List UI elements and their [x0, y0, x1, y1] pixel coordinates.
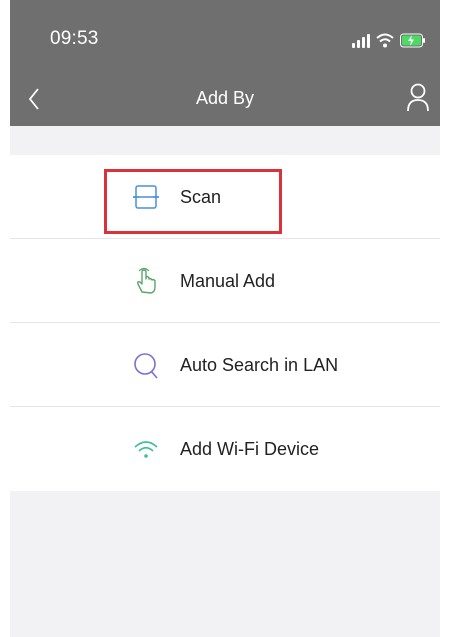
- header: 09:53 Add By: [10, 0, 440, 126]
- status-icons: [352, 30, 426, 48]
- scan-icon: [133, 185, 159, 209]
- page-title: Add By: [195, 88, 255, 108]
- option-manual-add[interactable]: Manual Add: [10, 239, 440, 323]
- wifi-status-icon: [376, 33, 394, 48]
- app-screen: 09:53 Add By Scan Manual Add Auto Search…: [10, 0, 440, 637]
- user-icon[interactable]: [404, 80, 432, 114]
- hand-pointer-icon: [137, 267, 156, 294]
- add-options-list: Scan Manual Add Auto Search in LAN Add W…: [10, 155, 440, 491]
- status-time: 09:53: [50, 28, 99, 49]
- wifi-icon: [134, 441, 158, 458]
- option-auto-search-lan[interactable]: Auto Search in LAN: [10, 323, 440, 407]
- option-label: Manual Add: [180, 271, 276, 291]
- search-lan-icon: [134, 353, 158, 379]
- option-label: Add Wi-Fi Device: [180, 439, 320, 459]
- option-scan[interactable]: Scan: [10, 155, 440, 239]
- cellular-signal-icon: [352, 34, 370, 48]
- option-label: Auto Search in LAN: [180, 355, 339, 375]
- battery-charging-icon: [400, 33, 425, 48]
- option-add-wifi-device[interactable]: Add Wi-Fi Device: [10, 407, 440, 491]
- option-label: Scan: [180, 187, 222, 207]
